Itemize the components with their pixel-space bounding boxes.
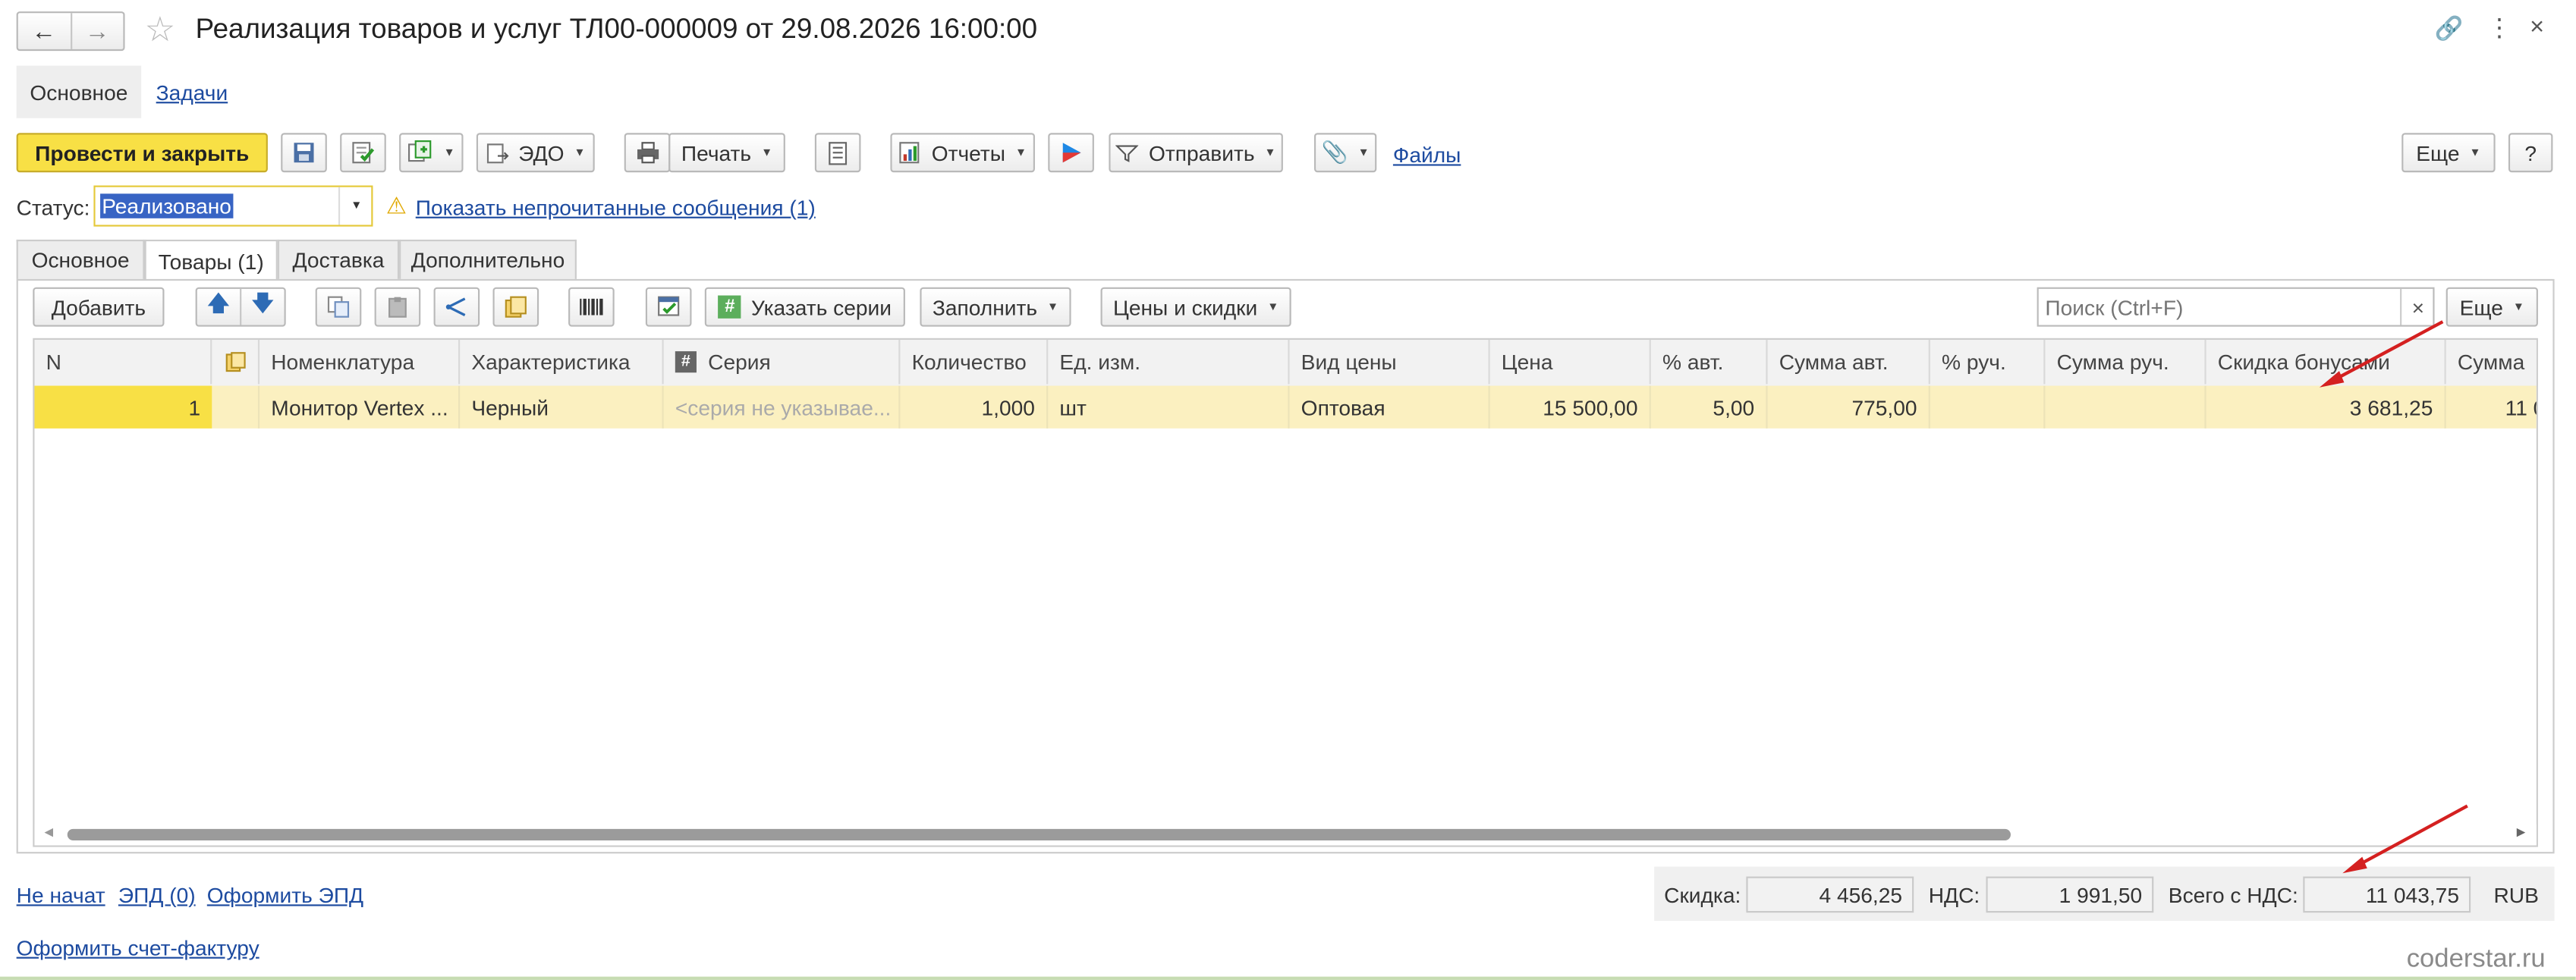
annotation-arrowhead-total <box>2342 856 2367 874</box>
app-window: ← → ☆ Реализация товаров и услуг ТЛ00-00… <box>0 0 2576 980</box>
annotation-arrowhead-bonus <box>2319 371 2345 388</box>
annotation-arrow-bonus <box>2328 320 2444 385</box>
annotation-arrows <box>2319 320 2468 874</box>
annotation-arrow-total <box>2351 804 2468 870</box>
